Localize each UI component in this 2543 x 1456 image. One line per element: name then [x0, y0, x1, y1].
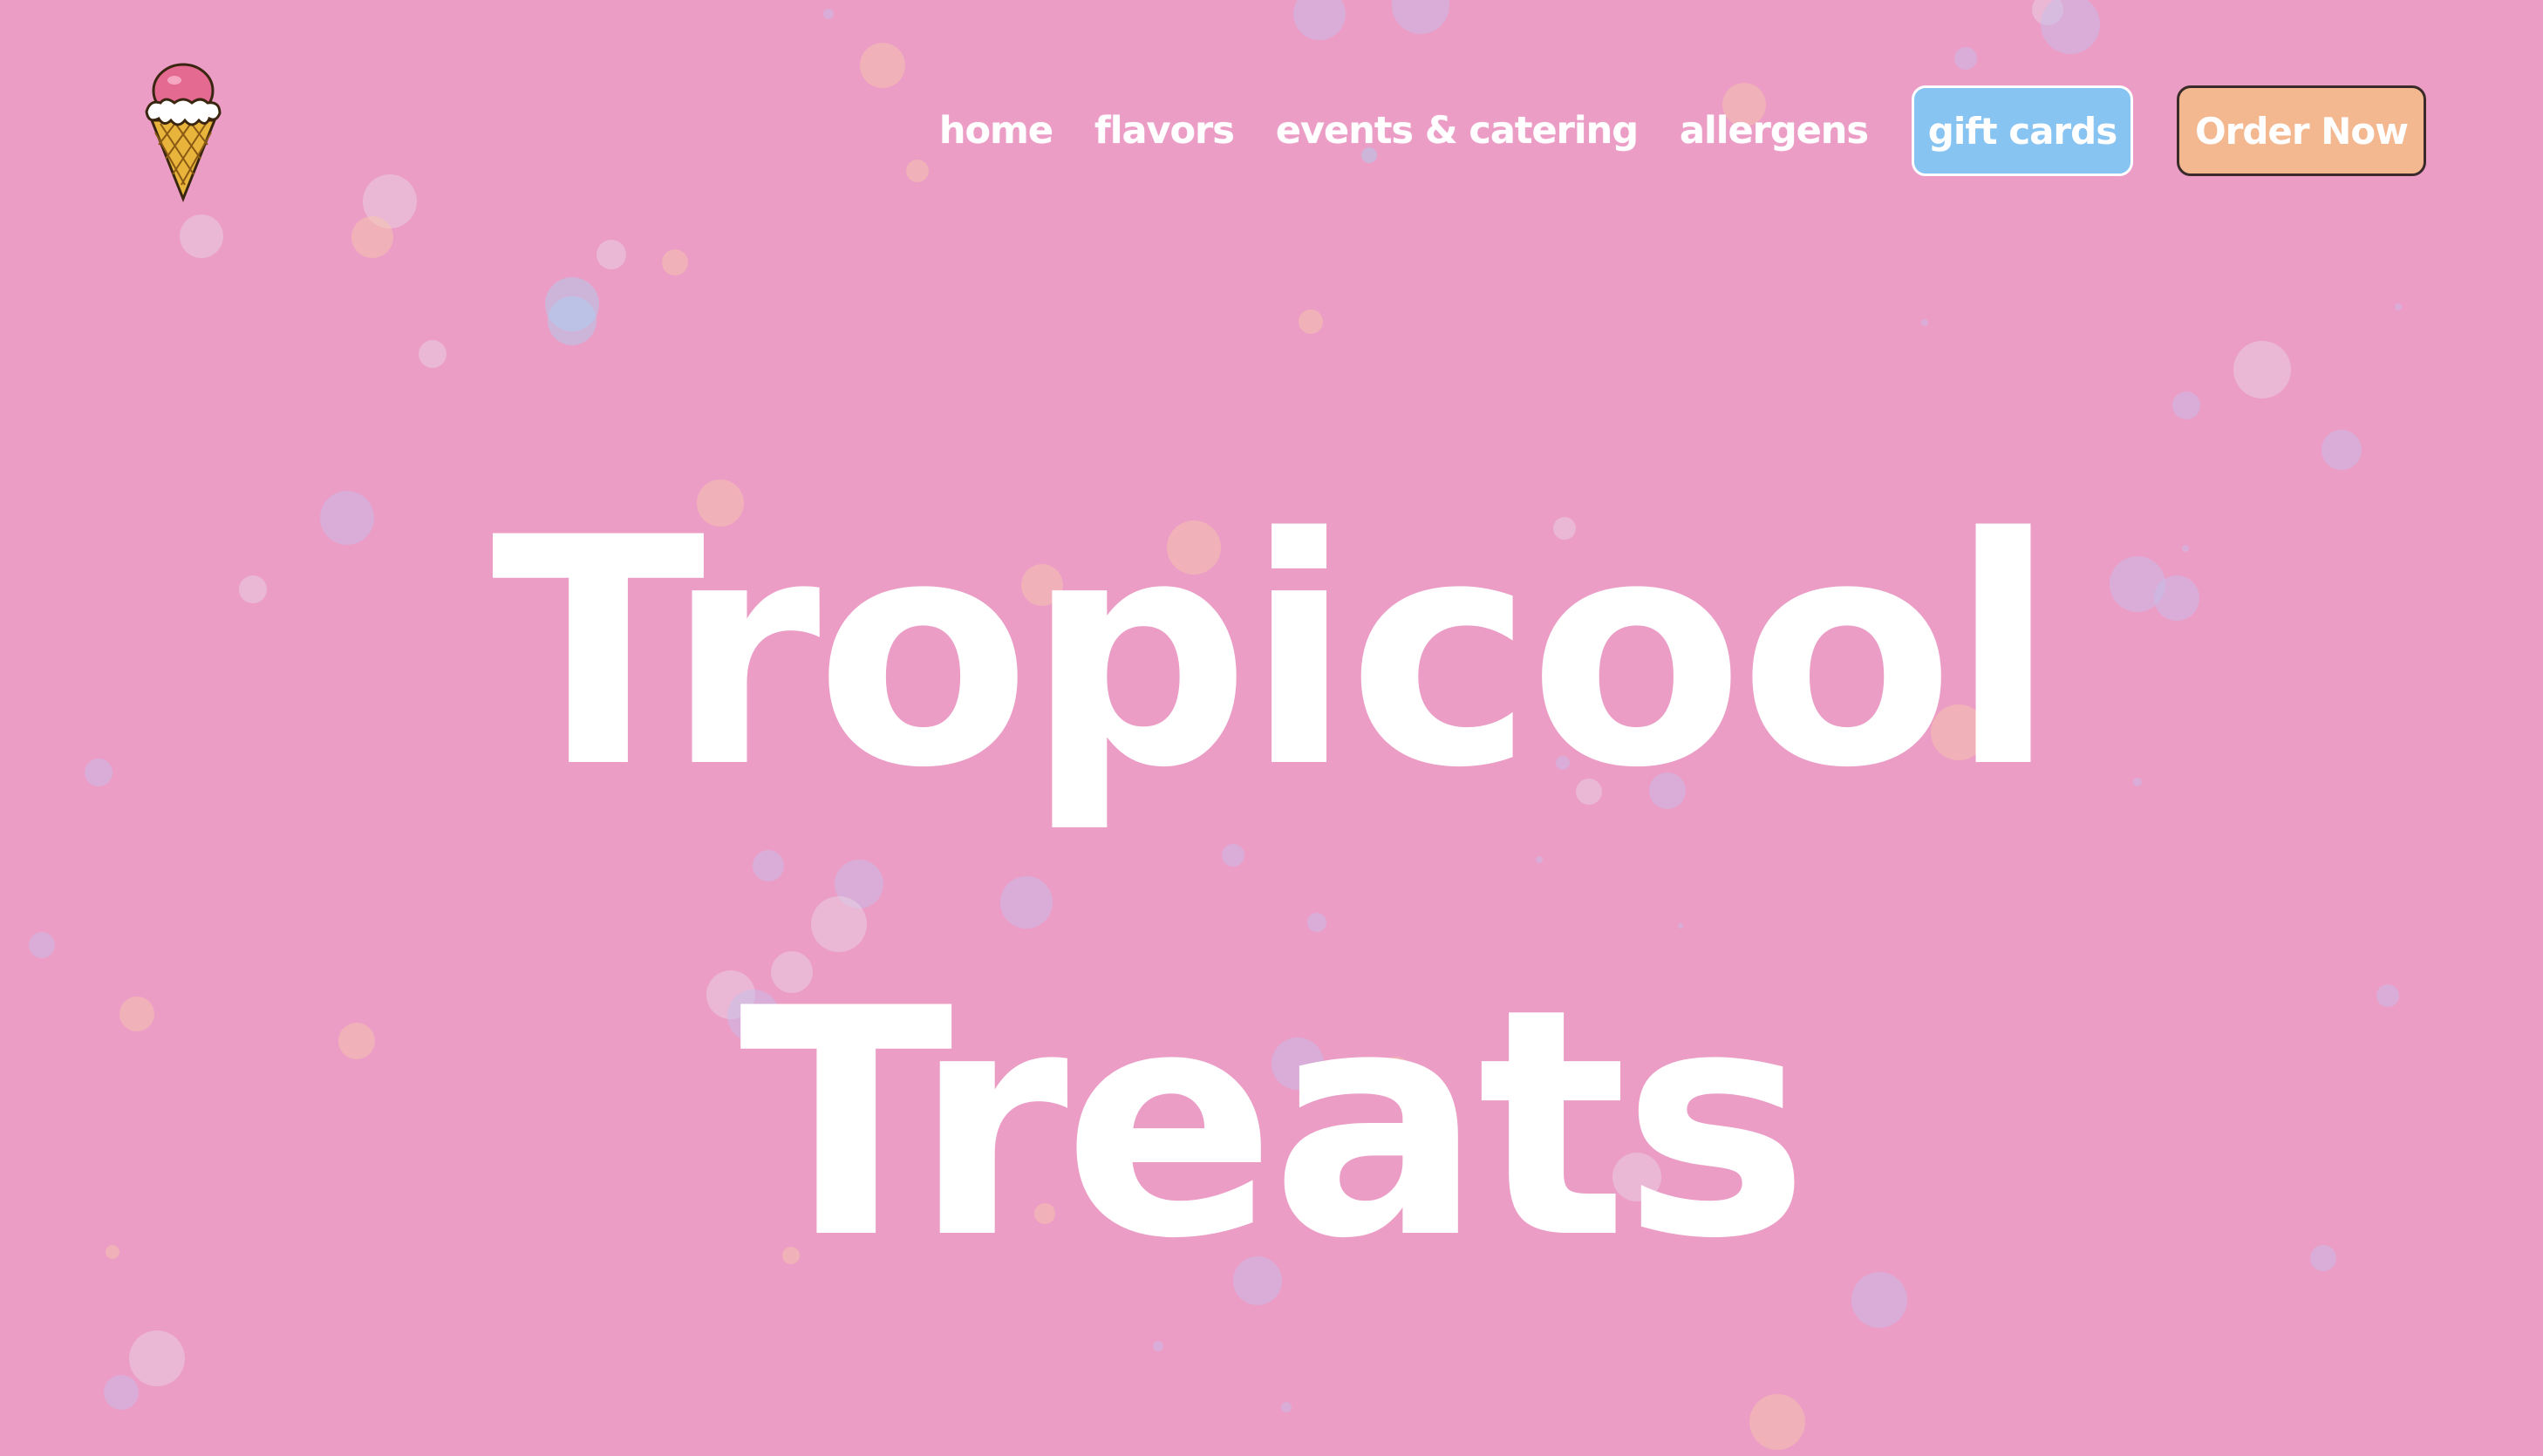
nav-link-flavors[interactable]: flavors — [1094, 109, 1235, 153]
gift-cards-button[interactable]: gift cards — [1912, 85, 2133, 176]
hero-title-line-2: Treats — [739, 942, 1809, 1307]
ice-cream-cone-icon[interactable] — [140, 58, 227, 204]
nav-link-home[interactable]: home — [939, 109, 1053, 153]
hero: Tropicool Treats — [0, 418, 2543, 1360]
order-now-button[interactable]: Order Now — [2177, 85, 2426, 176]
nav-link-allergens[interactable]: allergens — [1680, 109, 1869, 153]
main-nav: home flavors events & catering allergens… — [939, 84, 2426, 178]
page: home flavors events & catering allergens… — [0, 0, 2543, 1456]
nav-link-events-catering[interactable]: events & catering — [1276, 109, 1639, 153]
hero-title-line-1: Tropicool — [491, 471, 2056, 836]
site-header: home flavors events & catering allergens… — [0, 0, 2543, 209]
